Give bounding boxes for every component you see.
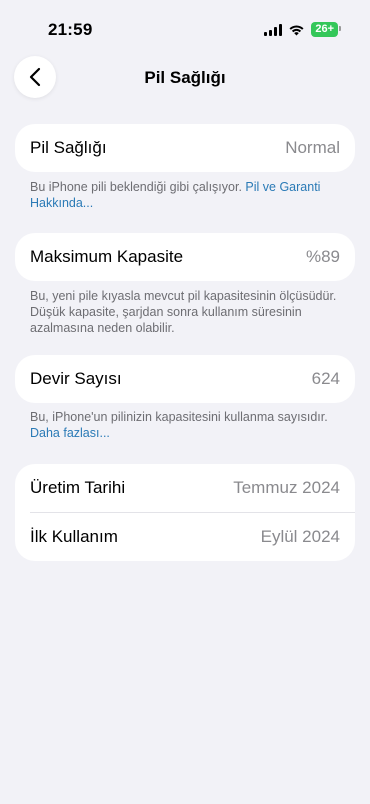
max-capacity-card: Maksimum Kapasite %89 [15, 233, 355, 281]
manufacture-date-label: Üretim Tarihi [30, 478, 126, 497]
battery-health-card: Pil Sağlığı Normal [15, 124, 355, 172]
cycle-count-card: Devir Sayısı 624 [15, 355, 355, 403]
battery-health-label: Pil Sağlığı [30, 138, 107, 157]
dates-card: Üretim Tarihi Temmuz 2024 İlk Kullanım E… [15, 464, 355, 561]
battery-health-note: Bu iPhone pili beklendiği gibi çalışıyor… [30, 179, 348, 211]
page-title: Pil Sağlığı [144, 68, 226, 87]
battery-health-value: Normal [285, 138, 340, 157]
status-time: 21:59 [48, 20, 93, 39]
max-capacity-note: Bu, yeni pile kıyasla mevcut pil kapasit… [30, 289, 337, 335]
cycle-count-row: Devir Sayısı 624 [15, 355, 355, 403]
battery-health-note-text: Bu iPhone pili beklendiği gibi çalışıyor… [30, 180, 242, 194]
cycle-count-note-text: Bu, iPhone'un pilinizin kapasitesini kul… [30, 410, 328, 424]
first-use-label: İlk Kullanım [30, 527, 118, 546]
max-capacity-value: %89 [305, 247, 340, 266]
manufacture-date-value: Temmuz 2024 [233, 478, 340, 497]
first-use-row: İlk Kullanım Eylül 2024 [15, 513, 355, 561]
cycle-count-value: 624 [311, 369, 340, 388]
navigation-bar: Pil Sağlığı [0, 54, 370, 100]
status-bar: 21:59 26+ [0, 0, 370, 56]
max-capacity-row: Maksimum Kapasite %89 [15, 233, 355, 281]
max-capacity-label: Maksimum Kapasite [30, 247, 184, 266]
battery-icon: 26+ [311, 22, 341, 37]
manufacture-date-row: Üretim Tarihi Temmuz 2024 [15, 464, 355, 512]
cycle-count-label: Devir Sayısı [30, 369, 122, 388]
cycle-count-note: Bu, iPhone'un pilinizin kapasitesini kul… [30, 409, 348, 441]
learn-more-link[interactable]: Daha fazlası... [30, 426, 110, 440]
wifi-icon [289, 25, 304, 35]
cellular-signal-icon [264, 23, 283, 36]
status-icons: 26+ [264, 22, 341, 37]
first-use-value: Eylül 2024 [260, 527, 340, 546]
battery-health-row[interactable]: Pil Sağlığı Normal [15, 124, 355, 172]
